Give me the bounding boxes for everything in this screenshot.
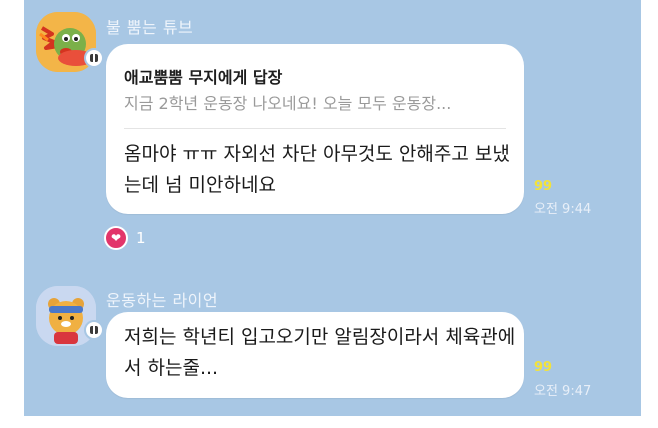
official-badge-icon [84,48,104,68]
reply-title: 애교뿜뿜 무지에게 답장 [124,68,283,87]
official-badge-icon [84,320,104,340]
reply-divider [124,128,506,129]
message-text: 옴마야 ㅠㅠ 자외선 차단 아무것도 안해주고 보냈는데 넘 미안하네요 [124,143,510,196]
unread-count: 99 [534,179,553,194]
message-bubble[interactable]: 저희는 학년티 입고오기만 알림장이라서 체육관에서 하는줄... [106,312,524,398]
message-text: 저희는 학년티 입고오기만 알림장이라서 체육관에서 하는줄... [124,326,516,379]
unread-count: 99 [534,360,553,375]
sender-name[interactable]: 운동하는 라이언 [106,287,218,311]
reply-preview[interactable]: 지금 2학년 운동장 나오네요! 오늘 모두 운동장... [124,90,451,114]
chat-room: 불 뿜는 튜브 애교뿜뿜 무지에게 답장 지금 2학년 운동장 나오네요! 오늘… [24,0,641,416]
heart-icon: ❤ [104,226,128,250]
reaction-count: 1 [136,229,146,247]
message-time: 오전 9:47 [534,384,592,399]
message-bubble[interactable]: 애교뿜뿜 무지에게 답장 지금 2학년 운동장 나오네요! 오늘 모두 운동장.… [106,44,524,214]
message-time: 오전 9:44 [534,202,592,217]
sender-name[interactable]: 불 뿜는 튜브 [106,14,193,38]
